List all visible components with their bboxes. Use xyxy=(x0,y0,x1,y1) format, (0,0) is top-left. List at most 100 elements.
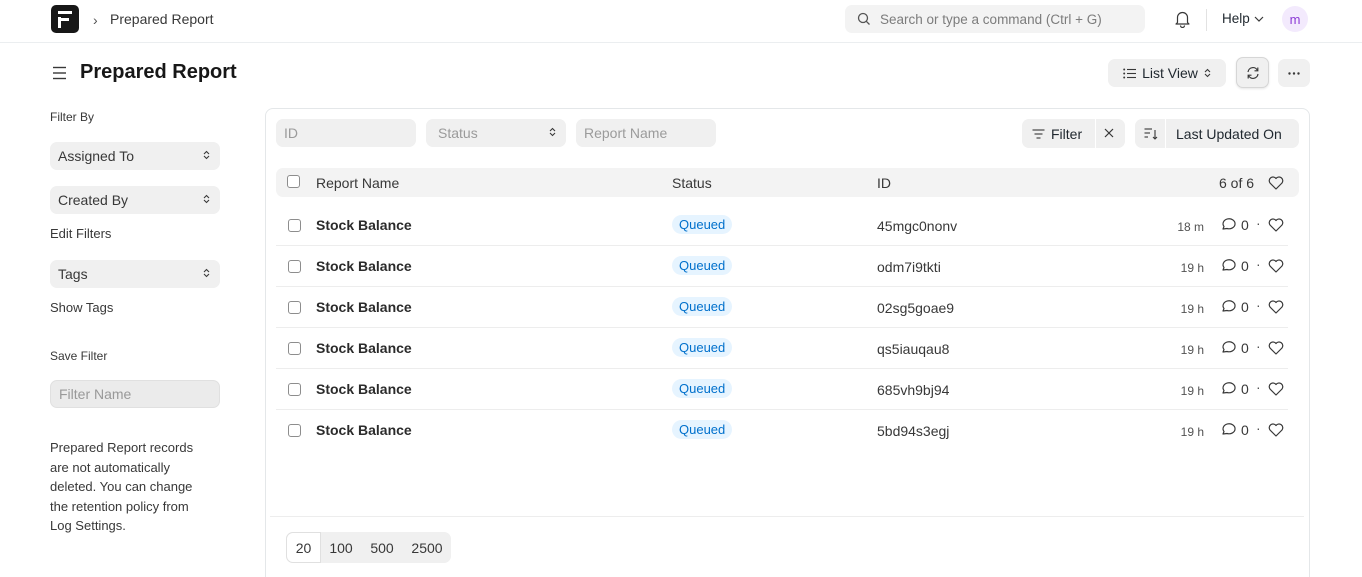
bell-icon[interactable] xyxy=(1174,10,1191,28)
status-filter-placeholder: Status xyxy=(438,125,478,141)
comment-icon[interactable] xyxy=(1220,299,1236,314)
comment-count: 0 xyxy=(1241,299,1249,315)
assigned-to-label: Assigned To xyxy=(58,148,135,164)
report-name-filter-input[interactable]: Report Name xyxy=(576,119,716,147)
table-row[interactable]: Stock Balance Queued qs5iauqau8 19 h 0 · xyxy=(276,328,1288,369)
heart-icon[interactable] xyxy=(1268,382,1284,396)
filter-name-placeholder: Filter Name xyxy=(59,386,132,402)
frappe-logo-icon xyxy=(58,10,72,28)
breadcrumb[interactable]: Prepared Report xyxy=(110,11,214,27)
separator-dot: · xyxy=(1256,215,1261,231)
search-input[interactable]: Search or type a command (Ctrl + G) xyxy=(845,5,1145,33)
sidebar-toggle-icon[interactable] xyxy=(52,66,67,80)
filter-label: Filter xyxy=(1051,125,1083,142)
help-label: Help xyxy=(1222,11,1250,26)
heart-icon[interactable] xyxy=(1268,176,1284,190)
app-logo[interactable] xyxy=(51,5,79,33)
row-checkbox[interactable] xyxy=(288,260,301,273)
separator-dot: · xyxy=(1256,338,1261,354)
sort-button[interactable]: Last Updated On xyxy=(1135,119,1299,148)
row-checkbox[interactable] xyxy=(288,424,301,437)
table-row[interactable]: Stock Balance Queued 5bd94s3egj 19 h 0 · xyxy=(276,410,1288,451)
report-name[interactable]: Stock Balance xyxy=(316,381,412,397)
retention-note: Prepared Report records are not automati… xyxy=(50,440,194,533)
sort-label: Last Updated On xyxy=(1176,126,1282,142)
comment-icon[interactable] xyxy=(1220,217,1236,232)
refresh-icon xyxy=(1246,66,1259,79)
table-row[interactable]: Stock Balance Queued 02sg5goae9 19 h 0 · xyxy=(276,287,1288,328)
search-placeholder: Search or type a command (Ctrl + G) xyxy=(880,11,1102,27)
id-filter-input[interactable]: ID xyxy=(276,119,416,147)
select-arrows-icon xyxy=(549,127,556,137)
select-arrows-icon xyxy=(203,150,210,160)
list-footer-divider xyxy=(270,516,1304,517)
report-name[interactable]: Stock Balance xyxy=(316,299,412,315)
heart-icon[interactable] xyxy=(1268,259,1284,273)
filter-by-label: Filter By xyxy=(50,110,95,124)
navbar-divider xyxy=(1206,9,1207,31)
comment-icon[interactable] xyxy=(1220,381,1236,396)
edit-filters-link[interactable]: Edit Filters xyxy=(50,226,111,241)
modified-time: 19 h xyxy=(1180,261,1204,275)
heart-icon[interactable] xyxy=(1268,300,1284,314)
select-all-checkbox[interactable] xyxy=(287,175,300,188)
modified-time: 19 h xyxy=(1180,425,1204,439)
col-report-name[interactable]: Report Name xyxy=(316,175,399,191)
comment-icon[interactable] xyxy=(1220,422,1236,437)
table-row[interactable]: Stock Balance Queued 45mgc0nonv 18 m 0 · xyxy=(276,205,1288,246)
status-badge: Queued xyxy=(672,379,733,398)
row-checkbox[interactable] xyxy=(288,219,301,232)
chevron-down-icon xyxy=(1254,16,1264,22)
refresh-button[interactable] xyxy=(1236,57,1269,88)
table-row[interactable]: Stock Balance Queued odm7i9tkti 19 h 0 · xyxy=(276,246,1288,287)
ellipsis-icon xyxy=(1288,71,1300,75)
show-tags-link[interactable]: Show Tags xyxy=(50,300,113,315)
row-checkbox[interactable] xyxy=(288,383,301,396)
col-status[interactable]: Status xyxy=(672,175,712,191)
view-switcher[interactable]: List View xyxy=(1108,59,1226,87)
avatar[interactable]: m xyxy=(1282,6,1308,32)
save-filter-label: Save Filter xyxy=(50,349,108,363)
clear-filter-icon[interactable] xyxy=(1103,127,1115,139)
table-row[interactable]: Stock Balance Queued 685vh9bj94 19 h 0 · xyxy=(276,369,1288,410)
status-badge: Queued xyxy=(672,420,733,439)
record-id: qs5iauqau8 xyxy=(877,341,950,357)
row-checkbox[interactable] xyxy=(288,342,301,355)
separator-dot: · xyxy=(1256,379,1261,395)
report-name[interactable]: Stock Balance xyxy=(316,340,412,356)
page-size-100[interactable]: 100 xyxy=(321,532,361,563)
more-actions-button[interactable] xyxy=(1278,59,1310,87)
report-name[interactable]: Stock Balance xyxy=(316,422,412,438)
filter-icon xyxy=(1032,128,1045,139)
heart-icon[interactable] xyxy=(1268,423,1284,437)
comment-icon[interactable] xyxy=(1220,258,1236,273)
help-dropdown[interactable]: Help xyxy=(1222,11,1264,26)
tags-label: Tags xyxy=(58,266,88,282)
row-checkbox[interactable] xyxy=(288,301,301,314)
report-name[interactable]: Stock Balance xyxy=(316,258,412,274)
col-id[interactable]: ID xyxy=(877,175,891,191)
page-size-2500[interactable]: 2500 xyxy=(403,532,451,563)
comment-icon[interactable] xyxy=(1220,340,1236,355)
report-name[interactable]: Stock Balance xyxy=(316,217,412,233)
select-arrows-icon xyxy=(203,268,210,278)
filter-button[interactable]: Filter xyxy=(1022,119,1125,148)
heart-icon[interactable] xyxy=(1268,218,1284,232)
page-size-20[interactable]: 20 xyxy=(286,532,321,563)
page-title: Prepared Report xyxy=(80,61,237,83)
tags-select[interactable]: Tags xyxy=(50,260,220,288)
separator-dot: · xyxy=(1256,256,1261,272)
select-arrows-icon xyxy=(1204,68,1211,78)
chevron-right-icon: › xyxy=(93,12,98,28)
status-filter-select[interactable]: Status xyxy=(426,119,566,147)
page-size-500[interactable]: 500 xyxy=(361,532,403,563)
created-by-select[interactable]: Created By xyxy=(50,186,220,214)
heart-icon[interactable] xyxy=(1268,341,1284,355)
record-id: 685vh9bj94 xyxy=(877,382,950,398)
sort-order-icon[interactable] xyxy=(1144,127,1158,140)
page-length-selector: 20 100 500 2500 xyxy=(286,532,451,563)
report-name-filter-placeholder: Report Name xyxy=(584,125,668,141)
select-arrows-icon xyxy=(203,194,210,204)
assigned-to-select[interactable]: Assigned To xyxy=(50,142,220,170)
filter-name-input[interactable]: Filter Name xyxy=(50,380,220,408)
